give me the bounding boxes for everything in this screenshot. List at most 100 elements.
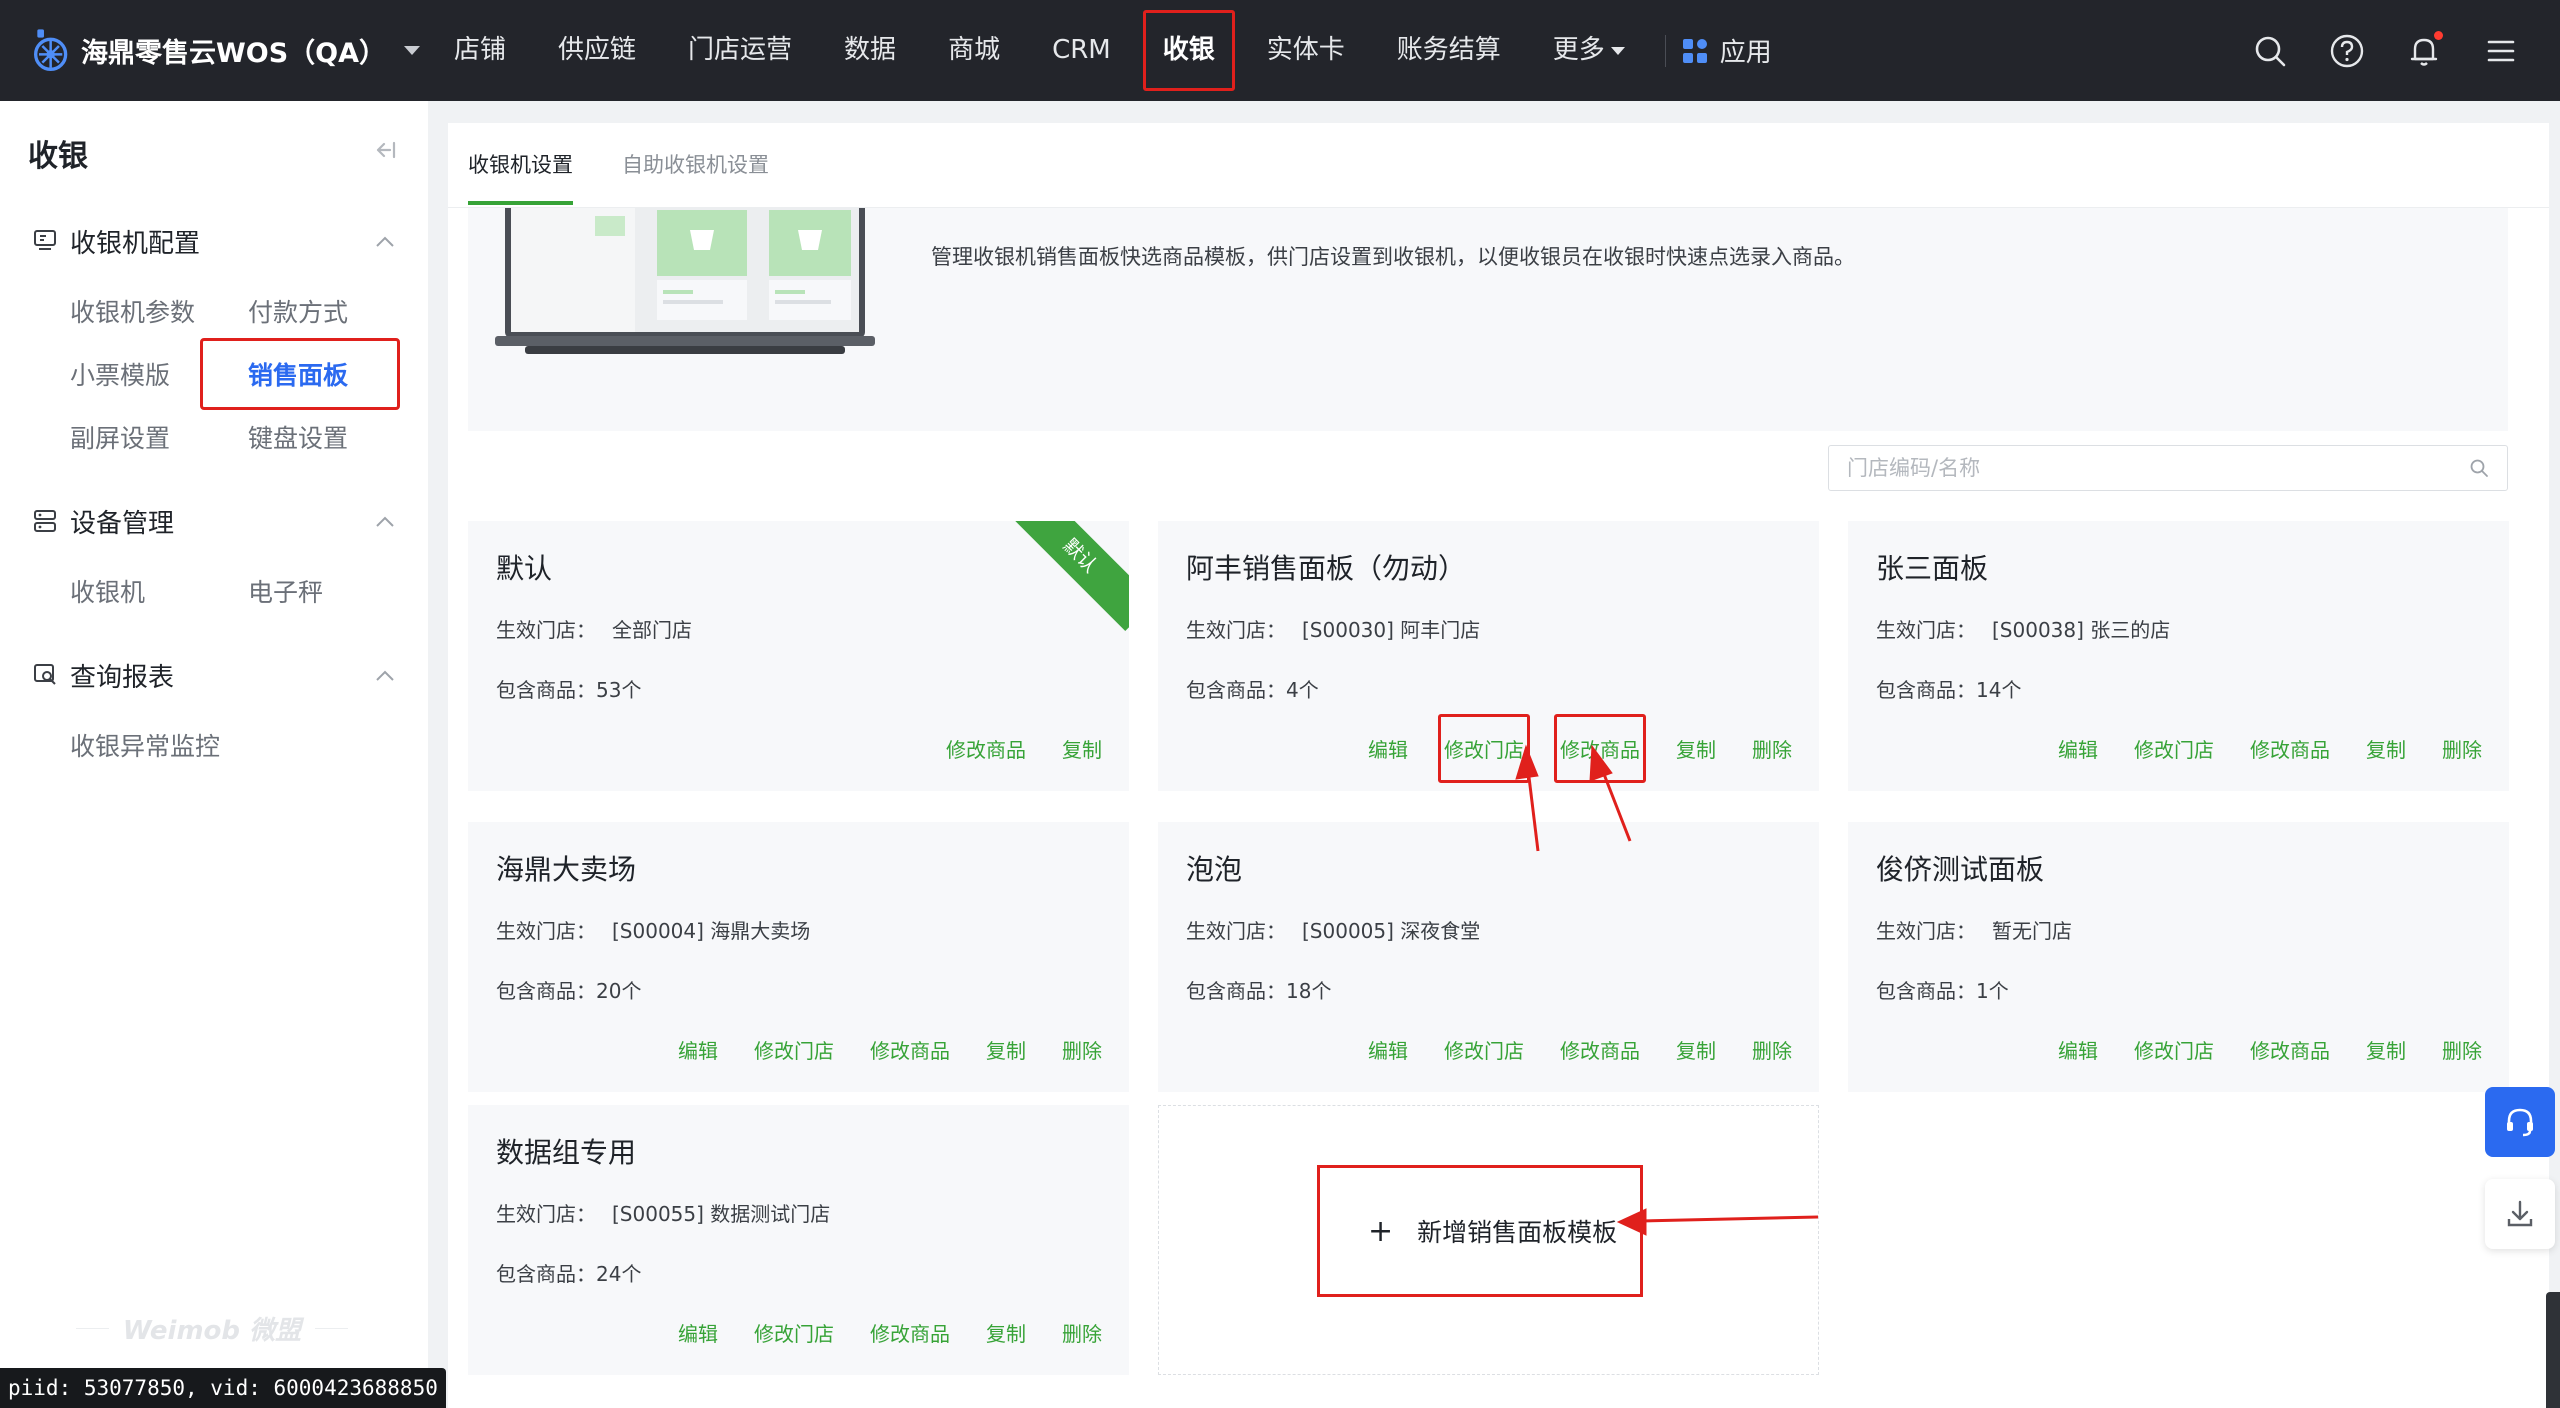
card-products: 包含商品：18个 [1186, 979, 1332, 1003]
edit-link[interactable]: 编辑 [678, 1318, 718, 1347]
notification-bell-icon[interactable] [2406, 30, 2443, 69]
sidebar-item-cashier-params[interactable]: 收银机参数 [70, 293, 195, 329]
apps-button[interactable]: 应用 [1682, 32, 1772, 69]
edit-products-link[interactable]: 修改商品 [1560, 1035, 1640, 1064]
edit-link[interactable]: 编辑 [1368, 734, 1408, 763]
sidebar-item-keyboard-settings[interactable]: 键盘设置 [248, 419, 348, 455]
nav-item-store[interactable]: 店铺 [428, 0, 532, 101]
menu-icon[interactable] [2483, 33, 2519, 69]
collapse-sidebar-icon[interactable] [370, 137, 398, 163]
panel-card-haiding-mart: 海鼎大卖场 生效门店： [S00004] 海鼎大卖场 包含商品：20个 编辑 修改… [468, 822, 1129, 1092]
edit-products-link[interactable]: 修改商品 [1554, 714, 1646, 783]
store-search-input[interactable] [1847, 446, 2427, 490]
plus-icon: + [1368, 1213, 1394, 1249]
sidebar: 收银 收银机配置 收银机参数 付款方式 小票模版 销售面板 副屏设置 键盘设置 … [0, 101, 428, 1408]
banner-description: 管理收银机销售面板快选商品模板，供门店设置到收银机，以便收银员在收银时快速点选录… [931, 245, 1855, 269]
edit-link[interactable]: 编辑 [678, 1035, 718, 1064]
panel-card-default: 默认 默认 生效门店： 全部门店 包含商品：53个 修改商品 复制 [468, 521, 1129, 791]
sidebar-item-electronic-scale[interactable]: 电子秤 [248, 573, 323, 609]
chevron-up-icon[interactable] [374, 669, 396, 683]
nav-item-store-operations[interactable]: 门店运营 [662, 0, 818, 101]
sidebar-item-secondary-screen[interactable]: 副屏设置 [70, 419, 170, 455]
edit-stores-link[interactable]: 修改门店 [754, 1318, 834, 1347]
nav-item-physical-card[interactable]: 实体卡 [1241, 0, 1371, 101]
edit-products-link[interactable]: 修改商品 [870, 1035, 950, 1064]
nav-item-data[interactable]: 数据 [818, 0, 922, 101]
card-title: 海鼎大卖场 [496, 853, 637, 886]
panel-card-zhangsan: 张三面板 生效门店： [S00038] 张三的店 包含商品：14个 编辑 修改门店… [1848, 521, 2509, 791]
default-badge: 默认 [1005, 521, 1129, 631]
delete-link[interactable]: 删除 [1062, 1318, 1102, 1347]
copy-link[interactable]: 复制 [2366, 1035, 2406, 1064]
nav-item-cashier[interactable]: 收银 [1137, 0, 1241, 101]
store-search-box [1828, 445, 2508, 491]
sidebar-item-cashier-anomaly-monitor[interactable]: 收银异常监控 [70, 727, 220, 763]
help-icon[interactable] [2329, 33, 2365, 69]
sidebar-item-receipt-template[interactable]: 小票模版 [70, 356, 170, 392]
weimob-watermark: Weimob 微盟 [62, 1310, 362, 1347]
sidebar-title: 收银 [28, 139, 88, 174]
sidebar-group-cashier-config[interactable]: 收银机配置 [32, 221, 200, 261]
copy-link[interactable]: 复制 [2366, 734, 2406, 763]
nav-item-crm[interactable]: CRM [1026, 0, 1137, 101]
chevron-up-icon[interactable] [374, 515, 396, 529]
add-sales-panel-template-button[interactable]: + 新增销售面板模板 [1317, 1165, 1643, 1297]
intro-banner: 管理收银机销售面板快选商品模板，供门店设置到收银机，以便收银员在收银时快速点选录… [468, 208, 2508, 431]
edit-stores-link[interactable]: 修改门店 [2134, 734, 2214, 763]
edit-stores-link[interactable]: 修改门店 [1438, 714, 1530, 783]
edit-products-link[interactable]: 修改商品 [870, 1318, 950, 1347]
sidebar-item-sales-panel[interactable]: 销售面板 [199, 338, 401, 410]
edit-link[interactable]: 编辑 [2058, 1035, 2098, 1064]
cashier-config-icon [34, 230, 56, 250]
card-products: 包含商品：4个 [1186, 678, 1319, 702]
edit-products-link[interactable]: 修改商品 [2250, 1035, 2330, 1064]
chevron-up-icon[interactable] [374, 235, 396, 249]
nav-item-mall[interactable]: 商城 [922, 0, 1026, 101]
copy-link[interactable]: 复制 [1062, 734, 1102, 763]
sidebar-group-device-management[interactable]: 设备管理 [32, 501, 174, 541]
brand-switcher[interactable]: 海鼎零售云WOS（QA） [0, 0, 420, 101]
search-icon[interactable] [2469, 458, 2489, 478]
card-products: 包含商品：1个 [1876, 979, 2009, 1003]
card-actions: 编辑 修改门店 修改商品 复制 删除 [2022, 1035, 2482, 1064]
sidebar-item-cash-register[interactable]: 收银机 [70, 573, 145, 609]
card-actions: 编辑 修改门店 修改商品 复制 删除 [642, 1318, 1102, 1347]
download-button[interactable] [2485, 1179, 2555, 1249]
headset-icon [2507, 1108, 2533, 1137]
edit-products-link[interactable]: 修改商品 [946, 734, 1026, 763]
sidebar-item-payment-methods[interactable]: 付款方式 [248, 293, 348, 329]
edit-stores-link[interactable]: 修改门店 [754, 1035, 834, 1064]
copy-link[interactable]: 复制 [1676, 734, 1716, 763]
card-products: 包含商品：20个 [496, 979, 642, 1003]
card-products: 包含商品：53个 [496, 678, 642, 702]
nav-item-supply-chain[interactable]: 供应链 [532, 0, 662, 101]
delete-link[interactable]: 删除 [2442, 734, 2482, 763]
tab-cashier-settings[interactable]: 收银机设置 [468, 149, 573, 205]
copy-link[interactable]: 复制 [986, 1035, 1026, 1064]
search-icon[interactable] [2252, 33, 2288, 69]
panel-card-afeng: 阿丰销售面板（勿动） 生效门店： [S00030] 阿丰门店 包含商品：4个 编辑… [1158, 521, 1819, 791]
delete-link[interactable]: 删除 [1062, 1035, 1102, 1064]
edit-link[interactable]: 编辑 [2058, 734, 2098, 763]
copy-link[interactable]: 复制 [1676, 1035, 1716, 1064]
nav-item-more[interactable]: 更多 [1527, 0, 1651, 101]
device-management-icon [34, 510, 56, 532]
nav-item-settlement[interactable]: 账务结算 [1371, 0, 1527, 101]
delete-link[interactable]: 删除 [2442, 1035, 2482, 1064]
card-actions: 编辑 修改门店 修改商品 复制 删除 [1332, 1035, 1792, 1064]
edit-stores-link[interactable]: 修改门店 [2134, 1035, 2214, 1064]
card-stores: 生效门店： [S00005] 深夜食堂 [1186, 919, 1481, 943]
delete-link[interactable]: 删除 [1752, 734, 1792, 763]
sidebar-group-reports[interactable]: 查询报表 [32, 655, 174, 695]
edit-products-link[interactable]: 修改商品 [2250, 734, 2330, 763]
sidebar-group-label: 查询报表 [70, 662, 175, 693]
app-name: 海鼎零售云WOS（QA） [80, 38, 386, 69]
nav-divider [1664, 34, 1666, 67]
delete-link[interactable]: 删除 [1752, 1035, 1792, 1064]
copy-link[interactable]: 复制 [986, 1318, 1026, 1347]
panel-card-data-group: 数据组专用 生效门店： [S00055] 数据测试门店 包含商品：24个 编辑 修… [468, 1105, 1129, 1375]
tab-self-checkout-settings[interactable]: 自助收银机设置 [622, 149, 769, 179]
edit-stores-link[interactable]: 修改门店 [1444, 1035, 1524, 1064]
edit-link[interactable]: 编辑 [1368, 1035, 1408, 1064]
customer-support-button[interactable] [2485, 1087, 2555, 1157]
